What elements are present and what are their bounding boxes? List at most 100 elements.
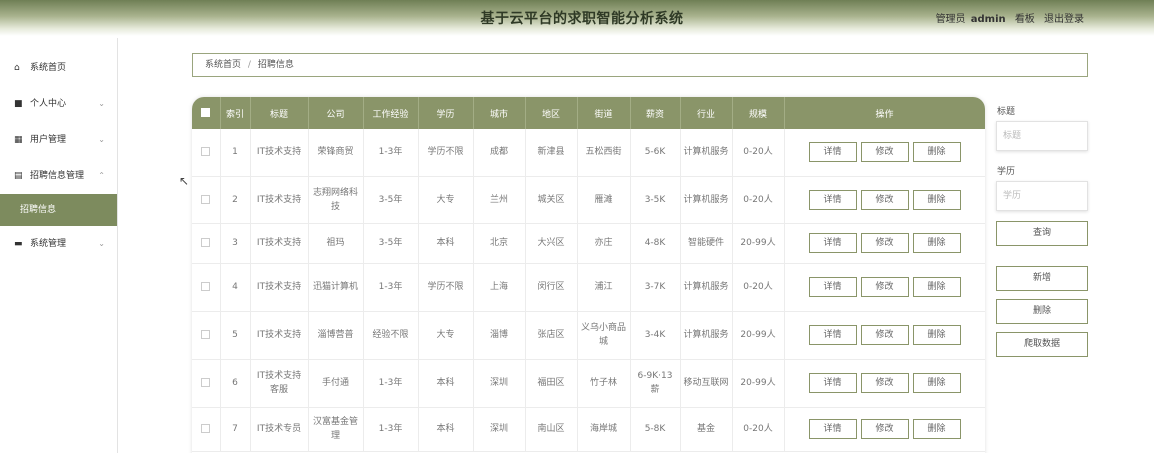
table-cell: 上海 <box>473 263 526 312</box>
column-header: 学历 <box>418 97 474 129</box>
detail-button[interactable]: 详情 <box>808 189 857 210</box>
table-cell: 本科 <box>418 407 474 452</box>
select-all-checkbox[interactable] <box>192 97 221 129</box>
breadcrumb-home[interactable]: 系统首页 <box>205 60 241 70</box>
front-link[interactable]: 看板 <box>1015 14 1035 25</box>
table-cell: 学历不限 <box>418 263 474 312</box>
row-checkbox[interactable] <box>192 311 221 360</box>
clipboard-icon: ▤ <box>14 171 23 181</box>
detail-button[interactable]: 详情 <box>808 419 857 439</box>
row-checkbox[interactable] <box>192 176 221 224</box>
delete-button[interactable]: 删除 <box>912 189 961 210</box>
detail-button[interactable]: 详情 <box>808 325 857 345</box>
table-cell: 北京 <box>473 223 526 264</box>
user-name: admin <box>970 14 1006 25</box>
sidebar-item-personal-center[interactable]: ■ 个人中心 ⌄ <box>0 86 117 122</box>
table-cell: 计算机服务 <box>680 176 733 224</box>
sidebar-item-job-info-management[interactable]: ▤ 招聘信息管理 ⌃ <box>0 158 117 194</box>
detail-button[interactable]: 详情 <box>808 277 857 297</box>
edu-search-label: 学历 <box>997 167 1016 177</box>
row-actions: 详情 修改 删除 <box>784 129 985 177</box>
table-cell: 大兴区 <box>525 223 578 264</box>
table-cell: 淄博 <box>473 311 526 360</box>
table-cell: IT技术支持 <box>250 129 309 177</box>
sidebar-item-label: 系统首页 <box>30 63 67 73</box>
table-cell: 20-99人 <box>732 359 785 408</box>
delete-button[interactable]: 删除 <box>912 233 961 253</box>
table-cell: 计算机服务 <box>680 263 733 312</box>
edit-button[interactable]: 修改 <box>860 419 909 439</box>
row-actions: 详情 修改 删除 <box>784 176 985 224</box>
column-header: 工作经验 <box>363 97 419 129</box>
column-header: 行业 <box>680 97 733 129</box>
table-cell: 计算机服务 <box>680 311 733 360</box>
table-cell: 汉富基金管理 <box>308 407 364 452</box>
chevron-down-icon: ⌄ <box>98 99 105 108</box>
detail-button[interactable]: 详情 <box>808 373 857 393</box>
sidebar-item-home[interactable]: ⌂ 系统首页 <box>0 50 117 86</box>
row-checkbox[interactable] <box>192 263 221 312</box>
table-cell: 1-3年 <box>363 129 419 177</box>
sidebar-item-user-management[interactable]: ▦ 用户管理 ⌄ <box>0 122 117 158</box>
mouse-cursor-icon: ↖ <box>179 174 190 188</box>
delete-button[interactable]: 删除 <box>912 142 961 163</box>
table-cell: 大专 <box>418 176 474 224</box>
table-header-row: 索引 标题 公司 工作经验 学历 城市 地区 街道 薪资 行业 规模 操作 <box>192 97 985 129</box>
table-cell: 义乌小商品城 <box>577 311 631 360</box>
table-cell: 3-5年 <box>363 223 419 264</box>
sidebar: ⌂ 系统首页 ■ 个人中心 ⌄ ▦ 用户管理 ⌄ ▤ 招聘信息管理 ⌃ 招聘信息 ▬ 系统… <box>0 38 118 453</box>
table-cell: 兰州 <box>473 176 526 224</box>
title-search-input[interactable] <box>996 121 1088 151</box>
query-button[interactable]: 查询 <box>996 221 1088 246</box>
table-cell: IT技术支持 <box>250 223 309 264</box>
row-checkbox[interactable] <box>192 129 221 177</box>
table-cell: 海岸城 <box>577 407 631 452</box>
sidebar-item-label: 用户管理 <box>30 135 67 145</box>
edit-button[interactable]: 修改 <box>860 189 909 210</box>
row-checkbox[interactable] <box>192 407 221 452</box>
add-button[interactable]: 新增 <box>996 266 1088 291</box>
batch-delete-button[interactable]: 删除 <box>996 299 1088 324</box>
table-cell: 智能硬件 <box>680 223 733 264</box>
detail-button[interactable]: 详情 <box>808 233 857 253</box>
row-actions: 详情 修改 删除 <box>784 311 985 360</box>
table-cell: 3-5年 <box>363 176 419 224</box>
column-header: 地区 <box>525 97 578 129</box>
edit-button[interactable]: 修改 <box>860 373 909 393</box>
delete-button[interactable]: 删除 <box>912 373 961 393</box>
crawl-data-button[interactable]: 爬取数据 <box>996 332 1088 357</box>
edit-button[interactable]: 修改 <box>860 233 909 253</box>
chevron-up-icon: ⌃ <box>98 171 105 180</box>
table-cell: 0-20人 <box>732 176 785 224</box>
edit-button[interactable]: 修改 <box>860 142 909 163</box>
table-cell: IT技术专员 <box>250 407 309 452</box>
table-cell: IT技术支持 <box>250 176 309 224</box>
row-checkbox[interactable] <box>192 359 221 408</box>
breadcrumb: 系统首页 / 招聘信息 <box>192 53 1088 77</box>
top-header: 基于云平台的求职智能分析系统 管理员 admin 看板 退出登录 <box>0 0 1154 36</box>
logout-link[interactable]: 退出登录 <box>1044 14 1084 25</box>
edu-search-input[interactable] <box>996 181 1088 211</box>
table-cell: IT技术支持客服 <box>250 359 309 408</box>
chevron-down-icon: ⌄ <box>98 135 105 144</box>
briefcase-icon: ▬ <box>14 239 23 249</box>
sidebar-item-system-management[interactable]: ▬ 系统管理 ⌄ <box>0 226 117 262</box>
delete-button[interactable]: 删除 <box>912 419 961 439</box>
person-icon: ■ <box>14 99 23 109</box>
table-cell: 深圳 <box>473 407 526 452</box>
table-row: 4 IT技术支持 迅猫计算机 1-3年 学历不限 上海 闵行区 浦江 3-7K 计算机服务 0-20… <box>192 263 985 312</box>
delete-button[interactable]: 删除 <box>912 277 961 297</box>
sidebar-item-label: 系统管理 <box>30 239 67 249</box>
detail-button[interactable]: 详情 <box>808 142 857 163</box>
table-cell: 移动互联网 <box>680 359 733 408</box>
row-checkbox[interactable] <box>192 223 221 264</box>
delete-button[interactable]: 删除 <box>912 325 961 345</box>
sidebar-subitem-job-info[interactable]: 招聘信息 <box>0 194 117 226</box>
table-cell: 5-6K <box>630 129 681 177</box>
edit-button[interactable]: 修改 <box>860 277 909 297</box>
table-cell: 1-3年 <box>363 407 419 452</box>
table-cell: 祖玛 <box>308 223 364 264</box>
table-cell: 基金 <box>680 407 733 452</box>
edit-button[interactable]: 修改 <box>860 325 909 345</box>
table-cell: IT技术支持 <box>250 263 309 312</box>
